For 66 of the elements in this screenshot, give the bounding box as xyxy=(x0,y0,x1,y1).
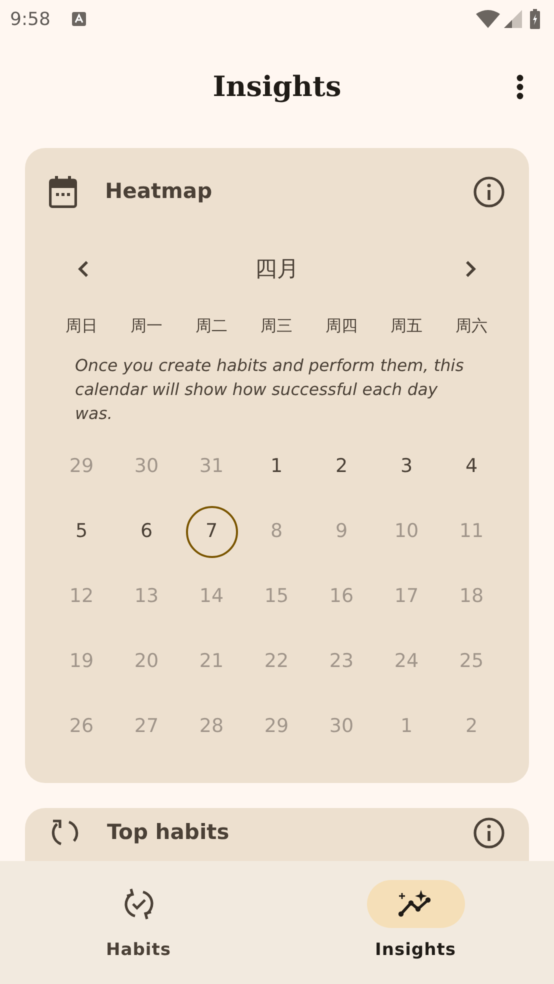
previous-month-button[interactable] xyxy=(77,260,89,278)
keyboard-icon xyxy=(72,12,86,26)
calendar-day[interactable]: 8 xyxy=(250,506,302,558)
calendar-day[interactable]: 6 xyxy=(120,506,172,558)
calendar-day[interactable]: 24 xyxy=(380,636,432,688)
info-icon xyxy=(473,817,505,849)
card-title: Top habits xyxy=(107,819,230,846)
calendar-day[interactable]: 22 xyxy=(250,636,302,688)
calendar-icon xyxy=(49,176,77,208)
info-icon xyxy=(473,176,505,208)
calendar-day[interactable]: 2 xyxy=(446,700,498,752)
calendar-day[interactable]: 31 xyxy=(186,440,238,492)
weekday-label: 周五 xyxy=(390,315,422,337)
signal-icon xyxy=(504,10,522,28)
weekday-label: 周日 xyxy=(66,315,98,337)
more-icon xyxy=(516,74,524,100)
calendar-day[interactable]: 20 xyxy=(120,636,172,688)
calendar-day[interactable]: 1 xyxy=(250,440,302,492)
calendar-day[interactable]: 29 xyxy=(250,700,302,752)
weekday-label: 周四 xyxy=(326,315,358,337)
calendar-day[interactable]: 14 xyxy=(186,570,238,622)
chevron-right-icon xyxy=(465,260,477,278)
calendar-day[interactable]: 29 xyxy=(56,440,108,492)
calendar-day[interactable]: 12 xyxy=(56,570,108,622)
calendar-day[interactable]: 25 xyxy=(446,636,498,688)
calendar-day[interactable]: 18 xyxy=(446,570,498,622)
month-label: 四月 xyxy=(255,256,299,284)
status-time: 9:58 xyxy=(10,8,50,32)
calendar-day[interactable]: 1 xyxy=(380,700,432,752)
calendar-day[interactable]: 16 xyxy=(316,570,368,622)
next-month-button[interactable] xyxy=(465,260,477,278)
page-title: Insights xyxy=(212,70,342,104)
sparkle-chart-icon xyxy=(398,890,434,918)
weekday-label: 周三 xyxy=(260,315,292,337)
calendar-day[interactable]: 28 xyxy=(186,700,238,752)
calendar-day[interactable]: 4 xyxy=(446,440,498,492)
weekday-label: 周六 xyxy=(456,315,488,337)
wifi-icon xyxy=(476,10,500,28)
info-button[interactable] xyxy=(473,817,505,849)
nav-tab[interactable]: Habits xyxy=(0,861,277,984)
chevron-left-icon xyxy=(77,260,89,278)
calendar-day[interactable]: 21 xyxy=(186,636,238,688)
calendar-day[interactable]: 15 xyxy=(250,570,302,622)
check-cycle-icon xyxy=(122,888,154,920)
nav-tab[interactable]: Insights xyxy=(277,861,554,984)
calendar-day[interactable]: 27 xyxy=(120,700,172,752)
calendar-day[interactable]: 7 xyxy=(186,506,238,558)
calendar-day[interactable]: 2 xyxy=(316,440,368,492)
empty-message: Once you create habits and perform them, this calendar will show how successful each day was. xyxy=(74,355,465,425)
calendar-day[interactable]: 17 xyxy=(380,570,432,622)
calendar-day[interactable]: 23 xyxy=(316,636,368,688)
calendar-day[interactable]: 11 xyxy=(446,506,498,558)
calendar-day[interactable]: 13 xyxy=(120,570,172,622)
calendar-day[interactable]: 26 xyxy=(56,700,108,752)
weekday-label: 周二 xyxy=(196,315,228,337)
calendar-day[interactable]: 19 xyxy=(56,636,108,688)
calendar-day[interactable]: 9 xyxy=(316,506,368,558)
card-title: Heatmap xyxy=(105,178,214,206)
calendar-day[interactable]: 10 xyxy=(380,506,432,558)
calendar-day[interactable]: 30 xyxy=(316,700,368,752)
battery-icon xyxy=(530,9,540,29)
calendar-day[interactable]: 30 xyxy=(120,440,172,492)
info-button[interactable] xyxy=(473,176,505,208)
calendar-day[interactable]: 3 xyxy=(380,440,432,492)
calendar-day[interactable]: 5 xyxy=(56,506,108,558)
weekday-label: 周一 xyxy=(130,315,162,337)
